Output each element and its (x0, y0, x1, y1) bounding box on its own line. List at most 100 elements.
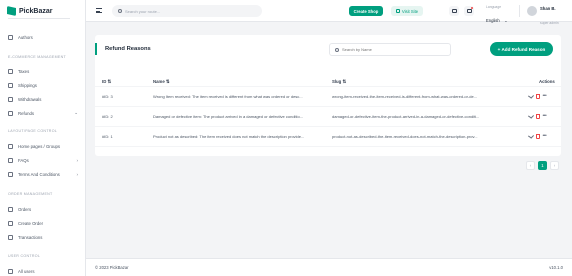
cell-slug: damaged-or-defective-item-the-product-ar… (332, 114, 480, 119)
messages-button[interactable] (464, 6, 474, 16)
cart-icon (8, 220, 13, 226)
row-actions: ••• (527, 93, 547, 99)
trash-icon[interactable] (536, 114, 540, 119)
column-header-name[interactable]: Name ⇅ (153, 79, 170, 85)
pagination-page-button[interactable]: 1 (538, 161, 547, 170)
user-name: Shan B. (540, 6, 556, 11)
sidebar-item-label: Refunds (18, 110, 35, 116)
sidebar-item-label: Transactions (18, 234, 43, 240)
cell-name: Product not as described: The item recei… (153, 134, 305, 139)
edit-icon[interactable] (527, 133, 535, 139)
section-title-user: USER CONTROL (8, 254, 41, 258)
sidebar-item-faqs[interactable]: FAQs › (0, 155, 85, 165)
chevron-down-icon: ⌄ (504, 18, 508, 23)
title-accent (95, 43, 97, 55)
trash-icon[interactable] (536, 134, 540, 139)
topbar: Search your route... Create Shop Visit S… (86, 0, 572, 25)
more-icon[interactable]: ••• (543, 114, 547, 119)
footer: © 2023 PickBazar v10.1.0 (86, 258, 572, 276)
column-header-id[interactable]: ID ⇅ (102, 79, 111, 85)
truck-icon (8, 82, 13, 88)
megaphone-icon (451, 9, 457, 13)
more-icon[interactable]: ••• (543, 134, 547, 139)
pagination-prev-button[interactable]: ‹ (526, 161, 535, 170)
pagination: ‹ 1 › (526, 161, 559, 170)
pagination-next-button[interactable]: › (550, 161, 559, 170)
wallet-icon (8, 96, 13, 102)
sidebar-item-shippings[interactable]: Shippings (0, 80, 85, 90)
cell-slug: product-not-as-described-the-item-receiv… (332, 134, 478, 139)
logo-mark-icon (7, 6, 16, 16)
percent-icon (8, 68, 13, 74)
section-title-layout: LAYOUT/PAGE CONTROL (8, 129, 58, 133)
search-input[interactable] (342, 47, 442, 52)
sidebar-item-refunds[interactable]: Refunds ⌄ (0, 108, 85, 118)
sidebar-item-orders[interactable]: Orders (0, 204, 85, 214)
table-row: #ID: 2 Damaged or defective item: The pr… (95, 107, 561, 127)
row-actions: ••• (527, 133, 547, 139)
sidebar-item-label: Withdrawals (18, 96, 42, 102)
visit-site-button[interactable]: Visit Site (391, 6, 423, 16)
user-role: super admin (540, 21, 559, 25)
sidebar-item-create-order[interactable]: Create Order (0, 218, 85, 228)
topbar-divider (519, 5, 520, 17)
store-notice-button[interactable] (449, 6, 459, 16)
cell-id: #ID: 1 (102, 134, 113, 139)
cell-name: Damaged or defective item: The product a… (153, 114, 304, 119)
visit-site-label: Visit Site (401, 8, 419, 14)
avatar[interactable] (527, 6, 537, 16)
sidebar-item-label: Home pages / Groups (18, 143, 61, 149)
column-header-slug[interactable]: Slug ⇅ (332, 79, 346, 85)
cell-id: #ID: 2 (102, 114, 113, 119)
sidebar-item-home-pages[interactable]: Home pages / Groups (0, 141, 85, 151)
sidebar-item-all-users[interactable]: All users (0, 266, 85, 276)
chevron-right-icon: › (76, 157, 79, 163)
footer-version: v10.1.0 (549, 265, 563, 270)
refund-reason-search[interactable] (329, 43, 451, 56)
sidebar-item-withdrawals[interactable]: Withdrawals (0, 94, 85, 104)
sidebar-item-label: All users (18, 268, 35, 274)
language-selector[interactable]: Language English ⌄ (486, 5, 508, 27)
cell-slug: wrong-item-received-the-item-received-is… (332, 94, 478, 99)
notification-dot (471, 7, 473, 9)
chevron-down-icon: ⌄ (74, 110, 78, 115)
sidebar-item-transactions[interactable]: Transactions (0, 232, 85, 242)
orders-icon (8, 206, 13, 212)
refund-icon (8, 110, 13, 116)
edit-icon[interactable] (527, 93, 535, 99)
table-header: ID ⇅ Name ⇅ Slug ⇅ Actions (95, 75, 561, 87)
home-icon (8, 143, 13, 149)
user-menu[interactable]: Shan B. super admin (540, 6, 559, 29)
sidebar-item-label: Shippings (18, 82, 37, 88)
search-icon (118, 9, 122, 13)
sidebar-item-taxes[interactable]: Taxes (0, 66, 85, 76)
document-icon (8, 171, 13, 177)
edit-icon[interactable] (527, 113, 535, 119)
sidebar-item-label: Authors (18, 34, 33, 40)
global-search-input[interactable]: Search your route... (125, 9, 160, 14)
sidebar-item-terms[interactable]: Terms And Conditions › (0, 169, 85, 179)
global-search[interactable]: Search your route... (112, 5, 262, 17)
chevron-right-icon: › (76, 171, 79, 177)
sidebar-item-label: Terms And Conditions (18, 171, 60, 177)
sidebar: PickBazar Authors E-COMMERCE MANAGEMENT … (0, 0, 86, 276)
language-label: Language (486, 5, 502, 9)
create-shop-button[interactable]: Create Shop (349, 6, 383, 16)
more-icon[interactable]: ••• (543, 94, 547, 99)
footer-copyright: © 2023 PickBazar (95, 265, 129, 270)
transaction-icon (8, 234, 13, 240)
section-title-order: ORDER MANAGEMENT (8, 192, 53, 196)
column-header-actions: Actions (539, 79, 555, 84)
sidebar-divider (8, 18, 70, 21)
sidebar-item-label: Create Order (18, 220, 44, 226)
question-icon (8, 157, 13, 163)
add-refund-reason-button[interactable]: + Add Refund Reason (490, 42, 553, 56)
pen-icon (8, 34, 13, 40)
sidebar-item-authors[interactable]: Authors (0, 32, 85, 42)
trash-icon[interactable] (536, 94, 540, 99)
table-row: #ID: 1 Product not as described: The ite… (95, 127, 561, 147)
cell-id: #ID: 3 (102, 94, 113, 99)
sidebar-item-label: FAQs (18, 157, 29, 163)
menu-icon[interactable] (96, 8, 102, 13)
sidebar-item-label: Taxes (18, 68, 30, 74)
